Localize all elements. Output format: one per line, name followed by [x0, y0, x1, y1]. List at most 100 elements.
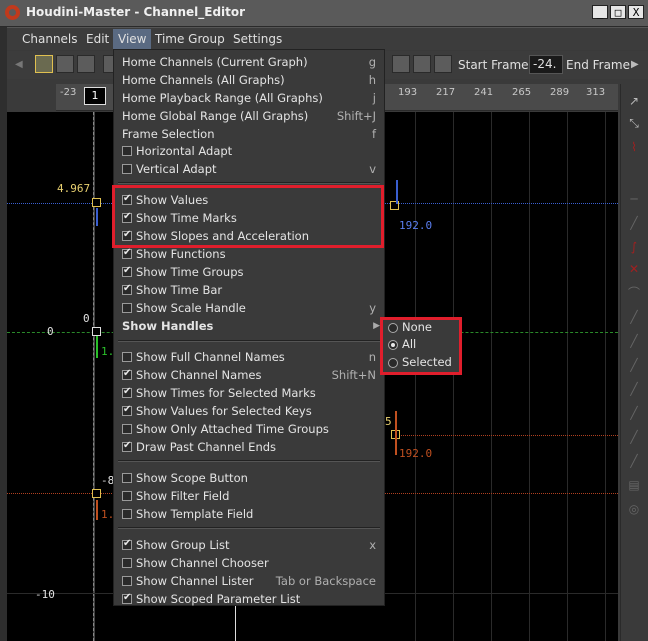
menu-show-only-attached-time-groups[interactable]: Show Only Attached Time Groups: [136, 422, 329, 436]
move-tool-icon[interactable]: ⤡: [625, 114, 643, 132]
menu-separator: [118, 527, 380, 529]
untie-icon[interactable]: ╱: [625, 428, 643, 446]
toolbar-forward-arrow-icon[interactable]: ▶: [631, 59, 639, 70]
show-scoped-parameter-list-checkbox[interactable]: [122, 592, 132, 604]
keyframe-handle[interactable]: [92, 489, 101, 498]
close-button[interactable]: X: [628, 5, 644, 19]
dopesheet-mode-icon[interactable]: [77, 55, 95, 73]
highlight-box-show-values: [112, 185, 384, 248]
menu-show-filter-field[interactable]: Show Filter Field: [136, 489, 229, 503]
show-times-selected-marks-checkbox[interactable]: [122, 386, 132, 398]
slope-handle[interactable]: [395, 411, 397, 455]
start-frame-field[interactable]: -24.: [529, 55, 563, 74]
accel-tool-icon[interactable]: ╱: [625, 380, 643, 398]
menu-show-time-bar[interactable]: Show Time Bar: [136, 283, 222, 297]
menu-show-handles[interactable]: Show Handles: [122, 319, 213, 333]
menu-settings[interactable]: Settings: [233, 32, 282, 46]
snap-icon[interactable]: ◎: [625, 500, 643, 518]
slope-handle[interactable]: [96, 500, 98, 520]
show-only-attached-checkbox[interactable]: [122, 424, 132, 434]
show-scale-handle-checkbox[interactable]: [122, 303, 132, 313]
channel-curve-orange-2[interactable]: [397, 435, 618, 436]
show-full-channel-names-checkbox[interactable]: [122, 352, 132, 362]
menu-show-full-channel-names[interactable]: Show Full Channel Names: [136, 350, 285, 364]
keyframe-handle[interactable]: [92, 327, 101, 336]
menu-home-channels-current[interactable]: Home Channels (Current Graph): [122, 55, 308, 69]
grid-line: [605, 112, 606, 641]
menu-time-group[interactable]: Time Group: [155, 32, 225, 46]
show-scope-button-checkbox[interactable]: [122, 473, 132, 483]
quadratic-icon[interactable]: ╱: [625, 332, 643, 350]
value-label: 4.967: [57, 182, 91, 195]
menu-view[interactable]: View: [113, 29, 152, 49]
ruler-tick: 289: [550, 87, 570, 98]
spreadsheet-mode-icon[interactable]: [56, 55, 74, 73]
show-filter-field-checkbox[interactable]: [122, 491, 132, 501]
lock-icon[interactable]: ╱: [625, 452, 643, 470]
show-channel-chooser-checkbox[interactable]: [122, 558, 132, 568]
select-tool-icon[interactable]: ↗: [625, 92, 643, 110]
menu-show-times-selected-marks[interactable]: Show Times for Selected Marks: [136, 386, 316, 400]
linear-icon[interactable]: ╱: [625, 214, 643, 232]
show-channel-lister-checkbox[interactable]: [122, 576, 132, 586]
tie-icon[interactable]: ╱: [625, 404, 643, 422]
fit-vertical-icon[interactable]: [434, 55, 452, 73]
show-template-field-checkbox[interactable]: [122, 509, 132, 519]
menu-show-channel-names[interactable]: Show Channel Names: [136, 368, 261, 382]
toolbar-back-arrow-icon[interactable]: ◀: [15, 59, 23, 70]
menu-horizontal-adapt[interactable]: Horizontal Adapt: [136, 144, 232, 158]
shortcut: v: [369, 162, 376, 176]
vertical-adapt-checkbox[interactable]: [122, 164, 132, 174]
spline-icon[interactable]: ⌒: [625, 284, 643, 302]
menu-vertical-adapt[interactable]: Vertical Adapt: [136, 162, 217, 176]
title-bar: Houdini-Master - Channel_Editor _ □ X: [0, 0, 648, 27]
keyframe-handle[interactable]: [92, 198, 101, 207]
slope-handle[interactable]: [96, 336, 98, 358]
menu-edit[interactable]: Edit: [86, 32, 109, 46]
cubic-icon[interactable]: ✕: [625, 260, 643, 278]
show-time-groups-checkbox[interactable]: [122, 265, 132, 277]
menu-home-playback-range[interactable]: Home Playback Range (All Graphs): [122, 91, 323, 105]
slope-handle[interactable]: [96, 208, 98, 226]
menu-show-channel-lister[interactable]: Show Channel Lister: [136, 574, 253, 588]
fit-horizontal-icon[interactable]: [413, 55, 431, 73]
bezier-icon[interactable]: ╱: [625, 308, 643, 326]
graph-mode-icon[interactable]: [35, 55, 53, 73]
menu-show-group-list[interactable]: Show Group List: [136, 538, 229, 552]
horizontal-adapt-checkbox[interactable]: [122, 146, 132, 156]
menu-show-channel-chooser[interactable]: Show Channel Chooser: [136, 556, 269, 570]
menu-show-functions[interactable]: Show Functions: [136, 247, 226, 261]
ease-icon[interactable]: ∫: [625, 238, 643, 256]
menu-home-global-range[interactable]: Home Global Range (All Graphs): [122, 109, 308, 123]
grid-line: [453, 112, 454, 641]
show-values-selected-keys-checkbox[interactable]: [122, 404, 132, 416]
menu-show-template-field[interactable]: Show Template Field: [136, 507, 253, 521]
menu-show-scoped-parameter-list[interactable]: Show Scoped Parameter List: [136, 592, 300, 606]
shortcut: Shift+J: [336, 109, 376, 123]
grid-line: [491, 112, 492, 641]
menu-frame-selection[interactable]: Frame Selection: [122, 127, 214, 141]
menu-show-scale-handle[interactable]: Show Scale Handle: [136, 301, 246, 315]
maximize-button[interactable]: □: [610, 5, 626, 19]
draw-past-channel-ends-checkbox[interactable]: [122, 440, 132, 452]
menu-draw-past-channel-ends[interactable]: Draw Past Channel Ends: [136, 440, 276, 454]
show-channel-names-checkbox[interactable]: [122, 368, 132, 380]
curve-tool-icon[interactable]: ⌇: [625, 138, 643, 156]
submenu-arrow-icon: ▶: [373, 321, 380, 331]
menu-show-time-groups[interactable]: Show Time Groups: [136, 265, 244, 279]
slope-tool-icon[interactable]: ╱: [625, 356, 643, 374]
constant-icon[interactable]: ─: [625, 190, 643, 208]
show-functions-checkbox[interactable]: [122, 247, 132, 259]
menu-show-scope-button[interactable]: Show Scope Button: [136, 471, 248, 485]
menu-channels[interactable]: Channels: [22, 32, 78, 46]
home-icon[interactable]: [392, 55, 410, 73]
menu-show-values-selected-keys[interactable]: Show Values for Selected Keys: [136, 404, 312, 418]
show-group-list-checkbox[interactable]: [122, 538, 132, 550]
slope-handle[interactable]: [396, 180, 398, 204]
show-time-bar-checkbox[interactable]: [122, 283, 132, 295]
layers-icon[interactable]: ▤: [625, 476, 643, 494]
shortcut: g: [368, 55, 376, 69]
menu-home-channels-all[interactable]: Home Channels (All Graphs): [122, 73, 285, 87]
minimize-button[interactable]: _: [592, 5, 608, 19]
current-frame-marker[interactable]: 1: [84, 87, 106, 105]
